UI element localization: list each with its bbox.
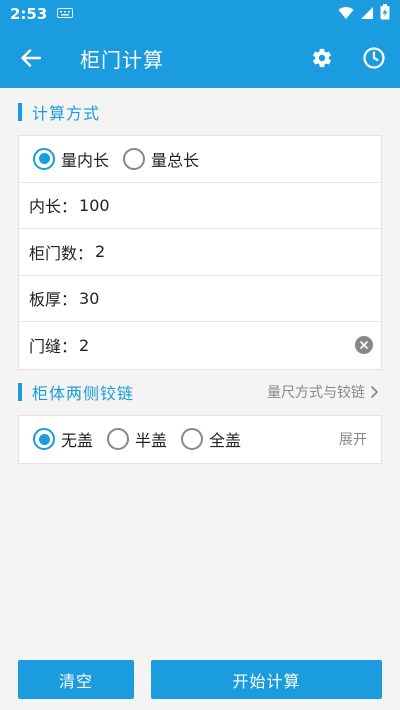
close-icon bbox=[360, 341, 368, 350]
radio-inner-length[interactable]: 量内长 bbox=[33, 147, 109, 171]
section-hinge: 柜体两侧铰链 量尺方式与铰链 bbox=[0, 370, 400, 414]
field-label: 板厚： bbox=[29, 290, 78, 310]
clock-icon bbox=[363, 47, 385, 69]
inner-length-input[interactable] bbox=[77, 195, 381, 215]
field-row-door-gap: 门缝： bbox=[19, 322, 381, 369]
status-time: 2:53 bbox=[10, 5, 48, 23]
section-calc-method: 计算方式 bbox=[0, 90, 400, 134]
wifi-icon bbox=[338, 5, 354, 24]
field-row-inner-length: 内长： bbox=[19, 183, 381, 229]
radio-label: 量总长 bbox=[151, 150, 200, 170]
hinge-card: 无盖 半盖 全盖 展开 bbox=[18, 415, 382, 464]
door-gap-input[interactable] bbox=[77, 335, 355, 355]
clear-button[interactable]: 清空 bbox=[18, 660, 134, 699]
hinge-guide-link[interactable]: 量尺方式与铰链 bbox=[267, 382, 378, 402]
field-row-door-count: 柜门数： bbox=[19, 229, 381, 276]
radio-unchecked-icon bbox=[107, 428, 130, 451]
hinge-type-radio-group: 无盖 半盖 全盖 bbox=[29, 427, 241, 451]
radio-unchecked-icon bbox=[123, 147, 146, 170]
status-icons bbox=[338, 4, 390, 24]
radio-label: 半盖 bbox=[135, 431, 168, 451]
chevron-right-icon bbox=[371, 386, 378, 398]
field-label: 内长： bbox=[29, 197, 78, 217]
app-bar: 柜门计算 bbox=[0, 28, 400, 88]
measure-mode-row: 量内长 量总长 bbox=[19, 136, 381, 183]
calc-method-card: 量内长 量总长 内长： 柜门数： 板厚： 门缝： bbox=[18, 135, 382, 370]
radio-no-cover[interactable]: 无盖 bbox=[33, 427, 93, 451]
board-thickness-input[interactable] bbox=[77, 288, 381, 308]
status-bar: 2:53 bbox=[0, 0, 400, 28]
radio-label: 量内长 bbox=[61, 150, 110, 170]
radio-total-length[interactable]: 量总长 bbox=[123, 147, 199, 171]
radio-checked-icon bbox=[33, 428, 55, 451]
arrow-left-icon bbox=[21, 49, 41, 67]
section-title: 计算方式 bbox=[32, 104, 101, 123]
radio-label: 全盖 bbox=[209, 431, 242, 451]
clear-input-button[interactable] bbox=[355, 336, 373, 355]
field-row-board-thickness: 板厚： bbox=[19, 276, 381, 322]
section-title: 柜体两侧铰链 bbox=[32, 384, 135, 403]
signal-icon bbox=[360, 5, 374, 24]
section-accent-bar bbox=[18, 103, 22, 121]
settings-button[interactable] bbox=[296, 28, 348, 88]
link-label: 量尺方式与铰链 bbox=[267, 385, 365, 401]
hinge-type-row: 无盖 半盖 全盖 展开 bbox=[19, 416, 381, 463]
section-accent-bar bbox=[18, 383, 22, 401]
door-count-input[interactable] bbox=[93, 242, 381, 262]
radio-half-cover[interactable]: 半盖 bbox=[107, 427, 167, 451]
app-actions bbox=[296, 28, 400, 88]
start-calc-button[interactable]: 开始计算 bbox=[151, 660, 382, 699]
radio-label: 无盖 bbox=[61, 431, 94, 451]
keyboard-icon bbox=[57, 7, 74, 21]
radio-full-cover[interactable]: 全盖 bbox=[181, 427, 241, 451]
radio-checked-icon bbox=[33, 147, 55, 170]
field-label: 柜门数： bbox=[29, 243, 94, 263]
gear-icon bbox=[313, 48, 331, 68]
field-label: 门缝： bbox=[29, 337, 78, 357]
page-title: 柜门计算 bbox=[80, 47, 164, 72]
back-button[interactable] bbox=[0, 28, 62, 88]
battery-charging-icon bbox=[380, 4, 390, 24]
radio-unchecked-icon bbox=[181, 428, 204, 451]
expand-button[interactable]: 展开 bbox=[339, 429, 367, 449]
history-button[interactable] bbox=[348, 28, 400, 88]
measure-mode-radio-group: 量内长 量总长 bbox=[29, 147, 199, 171]
